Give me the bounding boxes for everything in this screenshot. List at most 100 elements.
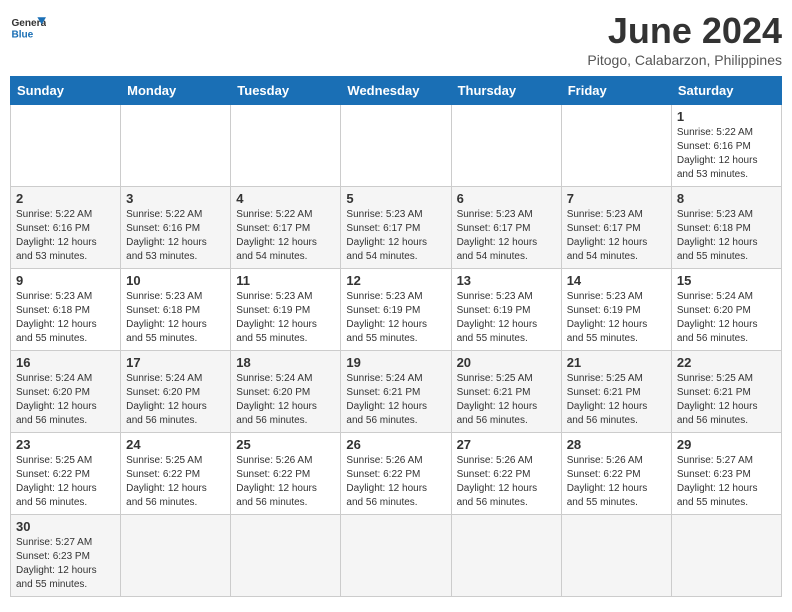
day-info: Sunrise: 5:23 AM Sunset: 6:19 PM Dayligh…	[457, 290, 556, 346]
day-number: 11	[236, 273, 335, 288]
logo: General Blue	[10, 10, 46, 46]
day-info: Sunrise: 5:27 AM Sunset: 6:23 PM Dayligh…	[16, 536, 115, 592]
calendar-cell: 5 Sunrise: 5:23 AM Sunset: 6:17 PM Daylig…	[341, 187, 451, 269]
day-info: Sunrise: 5:23 AM Sunset: 6:17 PM Dayligh…	[567, 208, 666, 264]
day-info: Sunrise: 5:23 AM Sunset: 6:18 PM Dayligh…	[677, 208, 776, 264]
calendar-cell: 11Sunrise: 5:23 AM Sunset: 6:19 PM Dayli…	[231, 269, 341, 351]
day-number: 7	[567, 191, 666, 206]
day-info: Sunrise: 5:25 AM Sunset: 6:22 PM Dayligh…	[16, 454, 115, 510]
calendar-cell: 28Sunrise: 5:26 AM Sunset: 6:22 PM Dayli…	[561, 433, 671, 515]
day-info: Sunrise: 5:25 AM Sunset: 6:21 PM Dayligh…	[457, 372, 556, 428]
day-info: Sunrise: 5:26 AM Sunset: 6:22 PM Dayligh…	[346, 454, 445, 510]
day-header-friday: Friday	[561, 77, 671, 105]
day-number: 9	[16, 273, 115, 288]
title-area: June 2024 Pitogo, Calabarzon, Philippine…	[587, 10, 782, 68]
day-number: 23	[16, 437, 115, 452]
day-number: 6	[457, 191, 556, 206]
day-info: Sunrise: 5:26 AM Sunset: 6:22 PM Dayligh…	[457, 454, 556, 510]
day-number: 10	[126, 273, 225, 288]
day-number: 24	[126, 437, 225, 452]
day-info: Sunrise: 5:24 AM Sunset: 6:21 PM Dayligh…	[346, 372, 445, 428]
day-number: 8	[677, 191, 776, 206]
generalblue-logo-icon: General Blue	[10, 10, 46, 46]
day-number: 27	[457, 437, 556, 452]
calendar-cell: 1Sunrise: 5:22 AM Sunset: 6:16 PM Daylig…	[671, 105, 781, 187]
calendar-week-row: 23 Sunrise: 5:25 AM Sunset: 6:22 PM Dayli…	[11, 433, 782, 515]
day-info: Sunrise: 5:22 AM Sunset: 6:16 PM Dayligh…	[126, 208, 225, 264]
day-header-monday: Monday	[121, 77, 231, 105]
day-header-thursday: Thursday	[451, 77, 561, 105]
day-info: Sunrise: 5:23 AM Sunset: 6:19 PM Dayligh…	[567, 290, 666, 346]
day-info: Sunrise: 5:26 AM Sunset: 6:22 PM Dayligh…	[236, 454, 335, 510]
calendar-week-row: 30 Sunrise: 5:27 AM Sunset: 6:23 PM Dayli…	[11, 515, 782, 597]
day-number: 30	[16, 519, 115, 534]
day-number: 21	[567, 355, 666, 370]
svg-text:Blue: Blue	[11, 29, 33, 40]
month-title: June 2024	[587, 10, 782, 52]
calendar-cell: 14Sunrise: 5:23 AM Sunset: 6:19 PM Dayli…	[561, 269, 671, 351]
day-header-saturday: Saturday	[671, 77, 781, 105]
day-header-wednesday: Wednesday	[341, 77, 451, 105]
calendar-cell: 30 Sunrise: 5:27 AM Sunset: 6:23 PM Dayli…	[11, 515, 121, 597]
calendar-cell: 18 Sunrise: 5:24 AM Sunset: 6:20 PM Dayli…	[231, 351, 341, 433]
calendar-cell: 24Sunrise: 5:25 AM Sunset: 6:22 PM Dayli…	[121, 433, 231, 515]
calendar-week-row: 16 Sunrise: 5:24 AM Sunset: 6:20 PM Dayli…	[11, 351, 782, 433]
calendar-week-row: 9 Sunrise: 5:23 AM Sunset: 6:18 PM Daylig…	[11, 269, 782, 351]
calendar-cell: 19Sunrise: 5:24 AM Sunset: 6:21 PM Dayli…	[341, 351, 451, 433]
day-number: 12	[346, 273, 445, 288]
calendar-cell	[561, 105, 671, 187]
calendar-cell: 3Sunrise: 5:22 AM Sunset: 6:16 PM Daylig…	[121, 187, 231, 269]
calendar-cell: 13 Sunrise: 5:23 AM Sunset: 6:19 PM Dayli…	[451, 269, 561, 351]
day-info: Sunrise: 5:23 AM Sunset: 6:17 PM Dayligh…	[457, 208, 556, 264]
calendar-cell	[451, 105, 561, 187]
calendar-cell: 23 Sunrise: 5:25 AM Sunset: 6:22 PM Dayli…	[11, 433, 121, 515]
calendar-cell: 29Sunrise: 5:27 AM Sunset: 6:23 PM Dayli…	[671, 433, 781, 515]
day-info: Sunrise: 5:24 AM Sunset: 6:20 PM Dayligh…	[677, 290, 776, 346]
day-header-sunday: Sunday	[11, 77, 121, 105]
day-number: 22	[677, 355, 776, 370]
location-subtitle: Pitogo, Calabarzon, Philippines	[587, 52, 782, 68]
calendar-cell: 26 Sunrise: 5:26 AM Sunset: 6:22 PM Dayli…	[341, 433, 451, 515]
day-number: 5	[346, 191, 445, 206]
calendar-cell: 7 Sunrise: 5:23 AM Sunset: 6:17 PM Daylig…	[561, 187, 671, 269]
day-number: 16	[16, 355, 115, 370]
calendar-cell: 21 Sunrise: 5:25 AM Sunset: 6:21 PM Dayli…	[561, 351, 671, 433]
day-number: 20	[457, 355, 556, 370]
calendar-cell: 20 Sunrise: 5:25 AM Sunset: 6:21 PM Dayli…	[451, 351, 561, 433]
day-info: Sunrise: 5:23 AM Sunset: 6:18 PM Dayligh…	[126, 290, 225, 346]
calendar-week-row: 1Sunrise: 5:22 AM Sunset: 6:16 PM Daylig…	[11, 105, 782, 187]
day-number: 25	[236, 437, 335, 452]
calendar-cell: 25 Sunrise: 5:26 AM Sunset: 6:22 PM Dayli…	[231, 433, 341, 515]
calendar-cell: 8 Sunrise: 5:23 AM Sunset: 6:18 PM Daylig…	[671, 187, 781, 269]
calendar-cell	[561, 515, 671, 597]
calendar-cell	[451, 515, 561, 597]
calendar-cell	[231, 515, 341, 597]
day-number: 26	[346, 437, 445, 452]
calendar-cell	[11, 105, 121, 187]
day-info: Sunrise: 5:24 AM Sunset: 6:20 PM Dayligh…	[16, 372, 115, 428]
day-number: 29	[677, 437, 776, 452]
day-info: Sunrise: 5:22 AM Sunset: 6:17 PM Dayligh…	[236, 208, 335, 264]
day-info: Sunrise: 5:24 AM Sunset: 6:20 PM Dayligh…	[236, 372, 335, 428]
day-header-tuesday: Tuesday	[231, 77, 341, 105]
day-number: 13	[457, 273, 556, 288]
calendar-cell	[231, 105, 341, 187]
calendar-week-row: 2 Sunrise: 5:22 AM Sunset: 6:16 PM Daylig…	[11, 187, 782, 269]
day-info: Sunrise: 5:25 AM Sunset: 6:21 PM Dayligh…	[567, 372, 666, 428]
calendar-cell: 15Sunrise: 5:24 AM Sunset: 6:20 PM Dayli…	[671, 269, 781, 351]
day-number: 28	[567, 437, 666, 452]
day-info: Sunrise: 5:22 AM Sunset: 6:16 PM Dayligh…	[16, 208, 115, 264]
calendar-cell	[671, 515, 781, 597]
day-number: 4	[236, 191, 335, 206]
day-number: 2	[16, 191, 115, 206]
calendar-cell	[341, 105, 451, 187]
calendar-cell	[341, 515, 451, 597]
calendar-cell: 6 Sunrise: 5:23 AM Sunset: 6:17 PM Daylig…	[451, 187, 561, 269]
day-info: Sunrise: 5:23 AM Sunset: 6:17 PM Dayligh…	[346, 208, 445, 264]
day-number: 17	[126, 355, 225, 370]
day-info: Sunrise: 5:22 AM Sunset: 6:16 PM Dayligh…	[677, 126, 776, 182]
day-info: Sunrise: 5:23 AM Sunset: 6:18 PM Dayligh…	[16, 290, 115, 346]
calendar-cell: 27 Sunrise: 5:26 AM Sunset: 6:22 PM Dayli…	[451, 433, 561, 515]
day-number: 18	[236, 355, 335, 370]
day-info: Sunrise: 5:23 AM Sunset: 6:19 PM Dayligh…	[346, 290, 445, 346]
